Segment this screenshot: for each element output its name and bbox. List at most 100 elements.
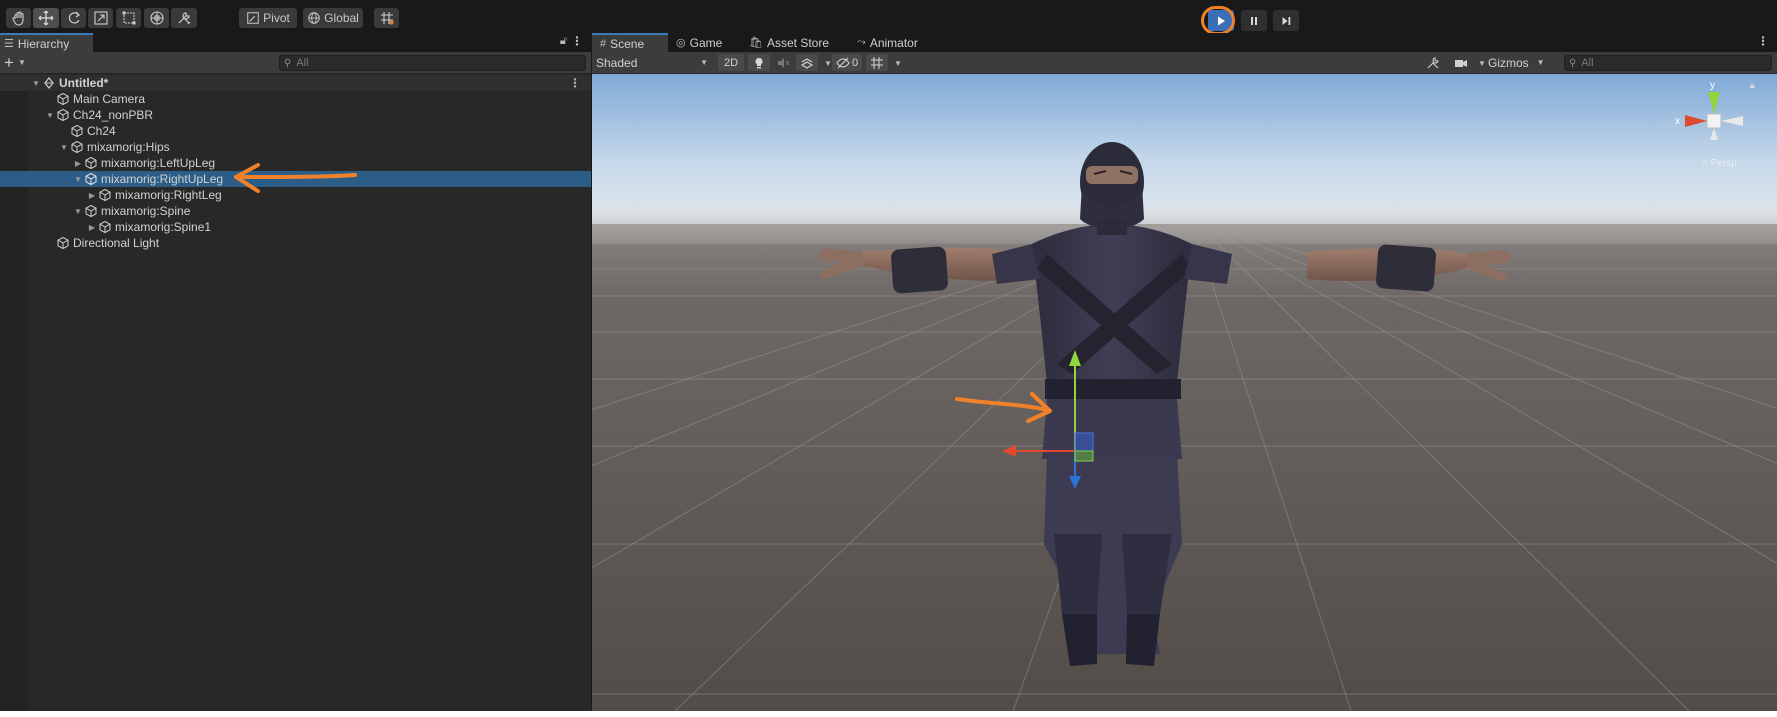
collapse-arrow-icon[interactable]: ▶ — [86, 223, 98, 232]
move-icon — [38, 10, 54, 26]
gameobject-cube-icon — [70, 140, 84, 154]
lock-icon[interactable]: 🔓︎ — [560, 35, 567, 48]
lighting-toggle[interactable] — [748, 54, 770, 71]
speaker-muted-icon — [778, 57, 790, 68]
tools-icon — [1427, 56, 1439, 68]
transform-icon — [149, 11, 164, 25]
list-item-label: mixamorig:RightLeg — [115, 188, 222, 202]
scale-tool-button[interactable] — [88, 8, 113, 28]
grid-snap-button[interactable] — [374, 8, 399, 28]
audio-toggle[interactable] — [772, 54, 794, 71]
search-icon: ⚲ — [284, 57, 292, 69]
gameobject-cube-icon — [98, 220, 112, 234]
list-item[interactable]: Directional Light — [0, 235, 591, 251]
grid-toggle[interactable] — [866, 54, 888, 71]
gameobject-cube-icon — [98, 188, 112, 202]
pivot-toggle[interactable]: Pivot — [239, 8, 297, 28]
bottom-strip — [0, 711, 1777, 717]
annotation-arrow — [234, 163, 357, 193]
chevron-down-icon[interactable]: ▼ — [894, 59, 902, 68]
scene-search-placeholder: All — [1581, 57, 1594, 69]
rotate-tool-button[interactable] — [61, 8, 86, 28]
hierarchy-search-input[interactable]: ⚲ All — [279, 55, 586, 71]
shading-mode-dropdown[interactable]: Shaded ▼ — [596, 54, 708, 71]
chevron-down-icon[interactable]: ▼ — [824, 59, 832, 68]
tab-scene-label: Scene — [610, 36, 645, 51]
list-item-label: mixamorig:RightUpLeg — [101, 172, 224, 186]
step-button[interactable] — [1273, 10, 1299, 31]
scene-row[interactable]: ▼ Untitled* ⋮ — [0, 75, 591, 91]
list-item[interactable]: ▼ mixamorig:Hips — [0, 139, 591, 155]
list-item[interactable]: Main Camera — [0, 91, 591, 107]
add-icon[interactable]: + — [4, 53, 14, 73]
gamepad-icon: ◎ — [676, 37, 686, 49]
chevron-down-icon: ▼ — [700, 58, 708, 67]
gizmo-x-label: x — [1675, 116, 1680, 127]
effects-icon — [800, 57, 814, 69]
list-item-label: Main Camera — [73, 92, 146, 106]
list-item[interactable]: ▼ mixamorig:Spine — [0, 203, 591, 219]
toggle-2d-label: 2D — [723, 56, 739, 69]
collapse-arrow-icon[interactable]: ▶ — [86, 191, 98, 200]
expand-arrow-icon[interactable]: ▼ — [72, 175, 84, 184]
list-item-label: mixamorig:LeftUpLeg — [101, 156, 216, 170]
grid-icon — [871, 56, 883, 69]
list-item-label: Ch24 — [87, 124, 116, 138]
list-item[interactable]: ▶ mixamorig:Spine1 — [0, 219, 591, 235]
expand-arrow-icon[interactable]: ▼ — [30, 79, 42, 88]
chevron-down-icon[interactable]: ▼ — [1478, 59, 1486, 68]
tab-animator[interactable]: ⤳ Animator — [853, 33, 926, 52]
hidden-objects-toggle[interactable]: 0 — [832, 54, 862, 71]
bag-icon: 🛍︎ — [749, 37, 763, 49]
scene-search-input[interactable]: ⚲ All — [1564, 55, 1772, 71]
expand-arrow-icon[interactable]: ▼ — [44, 111, 56, 120]
custom-tool-button[interactable] — [171, 8, 197, 28]
chevron-down-icon: ▼ — [1536, 58, 1545, 67]
gizmos-label: Gizmos — [1488, 55, 1529, 70]
effects-toggle[interactable] — [796, 54, 818, 71]
camera-button[interactable] — [1450, 54, 1472, 71]
gizmo-lock-icon[interactable]: 🔒︎ — [1750, 81, 1755, 91]
expand-arrow-icon[interactable]: ▼ — [72, 207, 84, 216]
expand-arrow-icon[interactable]: ▼ — [58, 143, 70, 152]
main-toolbar: Pivot Global — [0, 3, 1777, 35]
tab-game[interactable]: ◎ Game — [672, 33, 730, 52]
list-item[interactable]: Ch24 — [0, 123, 591, 139]
chevron-down-icon[interactable]: ▼ — [18, 58, 26, 67]
collapse-arrow-icon[interactable]: ▶ — [72, 159, 84, 168]
gizmos-dropdown[interactable]: Gizmos ▼ — [1488, 54, 1546, 71]
gameobject-cube-icon — [84, 172, 98, 186]
hand-tool-button[interactable] — [6, 8, 31, 28]
rect-tool-button[interactable] — [116, 8, 141, 28]
grid-snap-icon — [380, 12, 394, 25]
gameobject-cube-icon — [70, 124, 84, 138]
hierarchy-tabbar: ☰ Hierarchy 🔓︎ ⋮ — [0, 33, 591, 52]
gameobject-cube-icon — [56, 236, 70, 250]
panel-menu-icon[interactable]: ⋮ — [571, 34, 583, 48]
hidden-count: 0 — [851, 56, 859, 69]
scene-viewport[interactable]: y x < Persp 🔒︎ — [592, 74, 1777, 712]
tab-asset-store[interactable]: 🛍︎ Asset Store — [745, 33, 837, 52]
transform-tool-button[interactable] — [144, 8, 169, 28]
gameobject-cube-icon — [56, 92, 70, 106]
tab-scene[interactable]: # Scene — [592, 33, 668, 52]
panel-menu-icon[interactable]: ⋮ — [1757, 34, 1769, 48]
scene-toolbar: Shaded ▼ 2D ▼ 0 ▼ ▼ Gizmos ▼ ⚲ All — [592, 52, 1777, 74]
scene-menu-icon[interactable]: ⋮ — [569, 76, 581, 90]
move-tool-button[interactable] — [33, 8, 59, 28]
globe-icon — [308, 12, 320, 24]
pause-icon — [1251, 16, 1257, 25]
scale-icon — [93, 11, 108, 25]
tab-hierarchy[interactable]: ☰ Hierarchy — [0, 33, 93, 52]
gizmo-y-label: y — [1710, 80, 1715, 91]
list-item[interactable]: ▼ Ch24_nonPBR — [0, 107, 591, 123]
scene-name: Untitled* — [59, 76, 109, 90]
scene-tools-button[interactable] — [1422, 54, 1444, 71]
toggle-2d-button[interactable]: 2D — [718, 54, 744, 71]
tab-hierarchy-label: Hierarchy — [17, 36, 70, 51]
global-toggle[interactable]: Global — [303, 8, 363, 28]
hierarchy-panel: ☰ Hierarchy 🔓︎ ⋮ + ▼ ⚲ All ▼ Untitled* ⋮ — [0, 33, 591, 717]
hierarchy-search-placeholder: All — [296, 57, 309, 69]
rect-icon — [122, 11, 135, 25]
pause-button[interactable] — [1241, 10, 1267, 31]
